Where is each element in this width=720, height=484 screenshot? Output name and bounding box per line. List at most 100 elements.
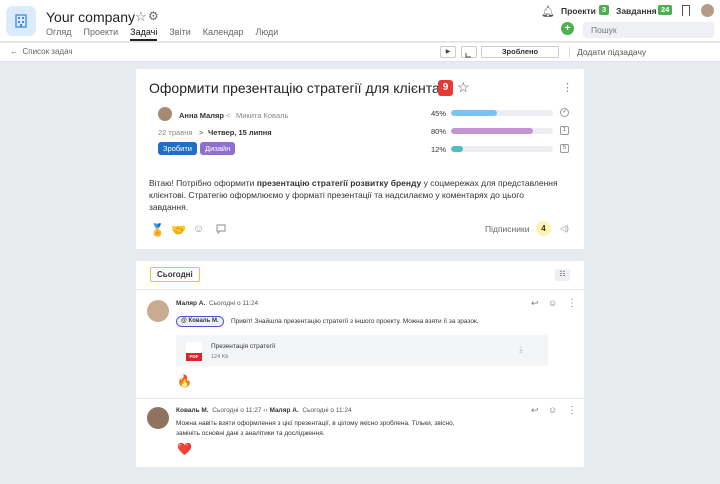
progress-label-1: 45% bbox=[431, 109, 447, 118]
avatar[interactable] bbox=[147, 300, 169, 322]
add-button[interactable]: + bbox=[561, 22, 574, 35]
speech-bubble-svg bbox=[216, 224, 226, 235]
tab-projects[interactable]: Проекти bbox=[83, 27, 118, 41]
comment-text-line-1: Можна навіть взяти оформлення з цієї пре… bbox=[176, 420, 455, 427]
reply-chevron-icon: ‹‹ bbox=[263, 407, 268, 414]
tasks-link[interactable]: Завдання bbox=[616, 6, 657, 16]
pdf-file-icon: PDF bbox=[186, 342, 202, 361]
count-icon[interactable]: 5 bbox=[560, 144, 569, 153]
top-bar: Your company ☆ ⚙ Огляд Проекти Задачі Зв… bbox=[0, 0, 720, 42]
progress-bar-2 bbox=[451, 128, 553, 134]
check-circle-icon[interactable]: ✓ bbox=[560, 108, 569, 117]
attachment-size: 124 Kb bbox=[211, 354, 229, 360]
projects-link[interactable]: Проекти bbox=[561, 6, 596, 16]
divider bbox=[136, 289, 584, 290]
tag-todo[interactable]: Зробити bbox=[158, 142, 197, 155]
comment-header: Коваль М. Сьогодні о 11:27 ‹‹ Маляр А. С… bbox=[176, 407, 352, 414]
date-start[interactable]: 22 травня bbox=[158, 128, 192, 137]
smile-icon[interactable]: ☺ bbox=[193, 223, 204, 235]
progress-fill-3 bbox=[451, 146, 464, 152]
company-name: Your company bbox=[46, 9, 135, 25]
tab-people[interactable]: Люди bbox=[255, 27, 278, 41]
user-avatar[interactable] bbox=[701, 4, 714, 17]
star-icon[interactable]: ☆ bbox=[135, 9, 147, 25]
divider bbox=[136, 398, 584, 399]
search-input[interactable] bbox=[583, 22, 714, 38]
mention-chip[interactable]: @ Коваль М. bbox=[176, 316, 224, 327]
tab-tasks[interactable]: Задачі bbox=[130, 27, 158, 41]
projects-count-badge: 3 bbox=[599, 5, 610, 15]
tab-overview[interactable]: Огляд bbox=[46, 27, 71, 41]
progress-bar-3 bbox=[451, 146, 553, 152]
medal-icon[interactable]: 🏅 bbox=[150, 223, 165, 237]
progress-bar-1 bbox=[451, 110, 553, 116]
download-icon[interactable]: ⤓ bbox=[519, 344, 523, 355]
subscribers-count-badge[interactable]: 4 bbox=[536, 221, 551, 236]
task-description: Вітаю! Потрібно оформити презентацію стр… bbox=[149, 177, 565, 213]
comment-menu-icon[interactable]: ⋮ bbox=[567, 298, 577, 309]
emoji-reaction-icon[interactable]: ☺ bbox=[548, 405, 557, 415]
comment-author[interactable]: Маляр А. bbox=[176, 300, 205, 307]
comment-bubble-icon[interactable] bbox=[215, 223, 227, 238]
tab-calendar[interactable]: Календар bbox=[203, 27, 244, 41]
heart-reaction[interactable]: ❤️ bbox=[177, 442, 192, 456]
toolbar-divider bbox=[569, 47, 570, 58]
bell-icon[interactable]: 🔔︎ bbox=[541, 5, 555, 18]
add-subtask-link[interactable]: Додати підзадачу bbox=[577, 47, 646, 57]
date-arrow: > bbox=[199, 128, 204, 137]
attachment[interactable]: PDF Презентація стратегії 124 Kb ⤓ bbox=[176, 335, 548, 366]
filter-icon[interactable]: ☷ bbox=[555, 269, 570, 281]
comment-author[interactable]: Коваль М. bbox=[176, 407, 209, 414]
comment-menu-icon[interactable]: ⋮ bbox=[567, 405, 577, 416]
gear-icon[interactable]: ⚙ bbox=[148, 9, 159, 23]
task-number-badge: 9 bbox=[438, 80, 453, 96]
fire-reaction[interactable]: 🔥 bbox=[177, 374, 192, 388]
progress-fill-1 bbox=[451, 110, 497, 116]
calendar-icon[interactable]: 1 bbox=[560, 126, 569, 135]
at-icon: @ bbox=[181, 318, 187, 324]
desc-bold: презентацію стратегії розвитку бренду bbox=[256, 178, 422, 188]
reply-icon[interactable]: ↩ bbox=[531, 298, 539, 309]
date-end[interactable]: Четвер, 15 липня bbox=[208, 128, 272, 137]
comment-text: Привіт! Знайшла презентацію стратегії з … bbox=[231, 318, 479, 325]
tasks-count-badge: 24 bbox=[658, 5, 673, 15]
bookmark-icon[interactable] bbox=[682, 5, 690, 16]
pdf-label: PDF bbox=[186, 353, 202, 361]
comment-time: Сьогодні о 11:24 bbox=[208, 300, 259, 307]
progress-label-3: 12% bbox=[431, 145, 447, 154]
reply-to-author[interactable]: Маляр А. bbox=[269, 407, 298, 414]
comment-time: Сьогодні о 11:27 bbox=[212, 407, 262, 414]
handshake-icon[interactable]: 🤝 bbox=[171, 223, 186, 237]
progress-fill-2 bbox=[451, 128, 533, 134]
main-nav: Огляд Проекти Задачі Звіти Календар Люди bbox=[46, 27, 290, 41]
pdf-page bbox=[186, 342, 202, 353]
progress-label-2: 80% bbox=[431, 127, 447, 136]
back-label: Список задач bbox=[22, 47, 73, 56]
done-button[interactable]: Зроблено bbox=[481, 46, 559, 58]
mention-name: Коваль М. bbox=[188, 318, 219, 324]
start-timer-button[interactable]: ▶ bbox=[440, 46, 456, 58]
back-to-list-link[interactable]: ← Список задач bbox=[10, 47, 73, 56]
comments-card: Сьогодні ☷ Маляр А. Сьогодні о 11:24 ↩ ☺… bbox=[136, 261, 584, 467]
tab-reports[interactable]: Звіти bbox=[169, 27, 190, 41]
sound-icon[interactable]: ◁) bbox=[560, 224, 569, 233]
comment-text-line-2: замініть основні дані з аналітики та дос… bbox=[176, 430, 325, 437]
task-toolbar: ← Список задач ▶ Зроблено Додати підзада… bbox=[0, 43, 720, 62]
subscribers-label[interactable]: Підписники bbox=[485, 224, 529, 234]
owner-name[interactable]: Микита Коваль bbox=[236, 111, 288, 120]
avatar[interactable] bbox=[147, 407, 169, 429]
tag-design[interactable]: Дизайн bbox=[200, 142, 236, 155]
attachment-name: Презентація стратегії bbox=[211, 343, 276, 350]
assignee-arrow: < bbox=[226, 111, 231, 120]
task-menu-icon[interactable]: ⋮ bbox=[562, 83, 573, 94]
emoji-reaction-icon[interactable]: ☺ bbox=[548, 298, 557, 308]
assignee-name[interactable]: Анна Маляр bbox=[179, 111, 224, 120]
favorite-star-icon[interactable]: ☆ bbox=[457, 79, 470, 96]
comment-header: Маляр А. Сьогодні о 11:24 bbox=[176, 300, 258, 307]
arrow-left-icon: ← bbox=[10, 47, 18, 56]
company-logo[interactable] bbox=[6, 6, 36, 36]
mark-button[interactable] bbox=[461, 46, 477, 58]
reply-icon[interactable]: ↩ bbox=[531, 405, 539, 416]
tab-today[interactable]: Сьогодні bbox=[150, 267, 200, 282]
desc-prefix: Вітаю! Потрібно оформити bbox=[149, 178, 257, 188]
